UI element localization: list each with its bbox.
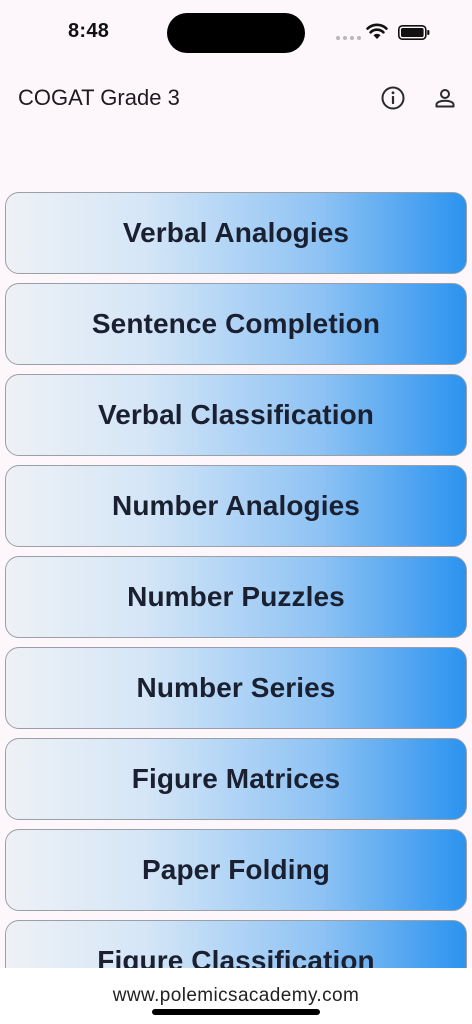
app-bar: COGAT Grade 3 bbox=[0, 72, 472, 124]
category-label: Figure Matrices bbox=[131, 763, 341, 794]
person-icon bbox=[435, 89, 455, 108]
website-link[interactable]: www.polemicsacademy.com bbox=[0, 985, 472, 1007]
footer: www.polemicsacademy.com bbox=[0, 968, 472, 1024]
status-bar: 8:48 bbox=[0, 0, 472, 62]
category-list[interactable]: Verbal Analogies Sentence Completion Ver… bbox=[5, 192, 467, 968]
battery-icon bbox=[398, 25, 430, 40]
category-label: Figure Classification bbox=[97, 945, 375, 968]
number-puzzles-button[interactable]: Number Puzzles bbox=[5, 556, 467, 638]
category-label: Number Series bbox=[136, 672, 336, 703]
category-label: Verbal Classification bbox=[98, 399, 374, 430]
figure-classification-button[interactable]: Figure Classification bbox=[5, 920, 467, 968]
page-title: COGAT Grade 3 bbox=[18, 85, 180, 110]
info-icon bbox=[381, 86, 405, 110]
home-indicator[interactable] bbox=[152, 1009, 320, 1015]
info-button[interactable] bbox=[379, 84, 407, 112]
number-analogies-button[interactable]: Number Analogies bbox=[5, 465, 467, 547]
category-label: Number Analogies bbox=[112, 490, 360, 521]
category-label: Sentence Completion bbox=[91, 308, 381, 339]
profile-button[interactable] bbox=[431, 84, 459, 112]
dynamic-island bbox=[167, 13, 305, 53]
category-label: Number Puzzles bbox=[127, 581, 345, 612]
verbal-classification-button[interactable]: Verbal Classification bbox=[5, 374, 467, 456]
number-series-button[interactable]: Number Series bbox=[5, 647, 467, 729]
category-label: Verbal Analogies bbox=[122, 217, 350, 248]
sentence-completion-button[interactable]: Sentence Completion bbox=[5, 283, 467, 365]
paper-folding-button[interactable]: Paper Folding bbox=[5, 829, 467, 911]
category-label: Paper Folding bbox=[142, 854, 330, 885]
wifi-icon bbox=[366, 23, 388, 39]
status-time: 8:48 bbox=[68, 20, 110, 42]
verbal-analogies-button[interactable]: Verbal Analogies bbox=[5, 192, 467, 274]
cellular-signal-icon bbox=[336, 36, 361, 40]
app-screen: 8:48 COGAT Grade 3 Verbal Analogies Sent… bbox=[0, 0, 472, 1024]
figure-matrices-button[interactable]: Figure Matrices bbox=[5, 738, 467, 820]
